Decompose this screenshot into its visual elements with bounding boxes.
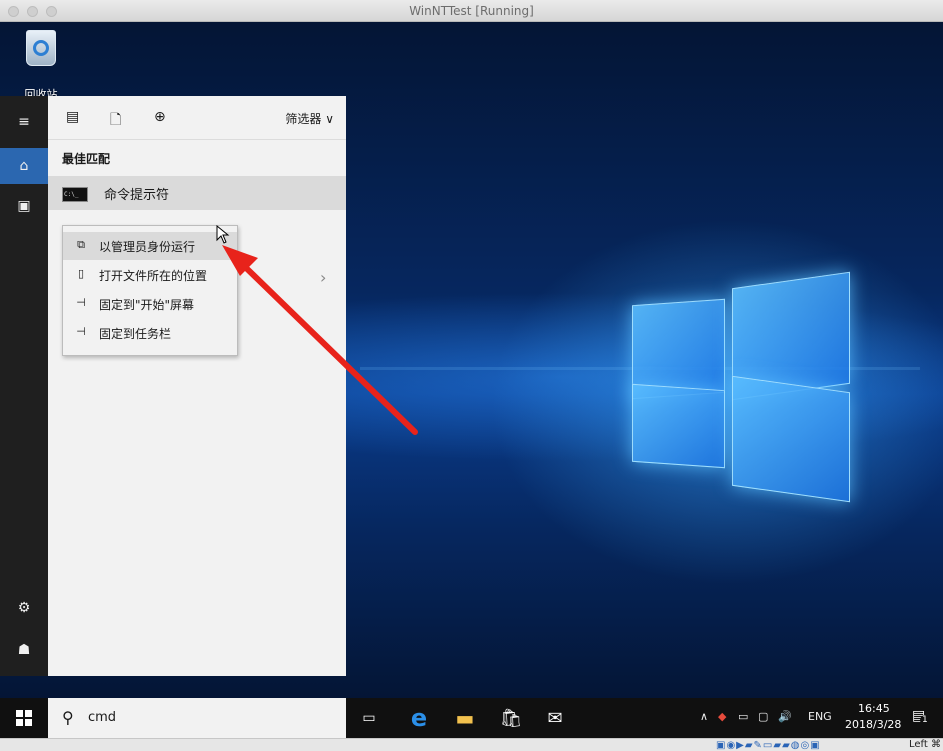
mail-icon: ✉ [547,707,563,729]
taskbar: ⚲ cmd ▭ e ▬ 🛍 ✉ ∧ ◆ ▭ ▢ 🔊 ENG 16:45 2018… [0,698,943,738]
battery-icon[interactable]: ▭ [738,710,748,723]
taskbar-search-box[interactable]: ⚲ cmd [48,698,346,738]
search-icon: ⚲ [62,708,74,727]
vbox-status-bar: ▣◉▶▰✎▭▰▰◍◎▣ Left ⌘ [0,738,943,751]
home-button[interactable]: ⌂ [0,148,48,184]
mouse-cursor-icon [216,225,230,244]
hamburger-icon: ≡ [18,114,30,130]
recycle-bin-shortcut[interactable]: 回收站 [16,30,66,102]
search-input[interactable]: cmd [88,710,116,725]
menu-item-pin-to-taskbar[interactable]: ⊣ 固定到任务栏 [63,319,237,347]
clock-date[interactable]: 2018/3/28 [845,718,901,731]
windows-logo-icon [16,710,32,726]
menu-item-label: 固定到任务栏 [99,327,172,341]
vbox-device-icons[interactable]: ▣◉▶▰✎▭▰▰◍◎▣ [716,740,821,751]
task-view-icon: ▭ [362,710,376,726]
result-label: 命令提示符 [104,188,170,203]
pin-icon: ⊣ [76,325,86,338]
notification-count: 1 [920,715,930,725]
start-sidebar: ≡ ⌂ ▣ ⚙ ☗ [0,96,48,676]
file-explorer-button[interactable]: ▬ [442,698,488,738]
volume-icon[interactable]: 🔊 [778,710,792,723]
show-hidden-icons-button[interactable]: ∧ [700,710,708,723]
logo-pane-bl [632,383,725,469]
command-prompt-result[interactable]: C:\_ 命令提示符 [48,176,346,210]
menu-item-open-file-location[interactable]: ▯ 打开文件所在的位置 [63,261,237,289]
settings-button[interactable]: ⚙ [0,590,48,626]
user-icon: ☗ [17,642,31,658]
task-view-button[interactable]: ▭ [346,698,392,738]
menu-item-run-as-admin[interactable]: ⧉ 以管理员身份运行 [63,232,237,260]
edge-icon: e [410,704,428,732]
document-icon: ▣ [17,198,31,214]
action-center-button[interactable]: ▤ 1 [912,708,930,726]
hamburger-button[interactable]: ≡ [0,104,48,140]
mail-button[interactable]: ✉ [532,698,578,738]
search-results-panel: ▤ 🗋 ⊕ 筛选器 ∨ 最佳匹配 C:\_ 命令提示符 › [48,96,346,676]
home-icon: ⌂ [19,158,29,174]
folder-location-icon: ▯ [77,267,85,280]
network-icon[interactable]: ▢ [758,710,768,723]
logo-pane-br [732,375,850,503]
vm-window: WinNTTest [Running] 回收站 ≡ ⌂ ▣ ⚙ ☗ ▤ 🗋 ⊕ … [0,0,943,751]
command-prompt-icon: C:\_ [62,187,88,202]
menu-item-label: 以管理员身份运行 [99,240,196,254]
gear-icon: ⚙ [17,600,31,616]
menu-item-label: 固定到"开始"屏幕 [99,298,195,312]
filters-dropdown[interactable]: 筛选器 ∨ [285,110,334,127]
menu-item-label: 打开文件所在的位置 [99,269,208,283]
store-button[interactable]: 🛍 [488,698,534,738]
web-filter-button[interactable]: ⊕ [154,109,166,125]
host-key-label: Left ⌘ [909,739,941,750]
best-match-heading: 最佳匹配 [62,152,111,166]
menu-item-pin-to-start[interactable]: ⊣ 固定到"开始"屏幕 [63,290,237,318]
user-button[interactable]: ☗ [0,632,48,668]
shield-run-icon: ⧉ [77,238,85,251]
window-title: WinNTTest [Running] [409,4,534,18]
documents-button[interactable]: ▣ [0,188,48,224]
filter-bar: ▤ 🗋 ⊕ 筛选器 ∨ [48,96,346,140]
context-menu: ⧉ 以管理员身份运行 ▯ 打开文件所在的位置 ⊣ 固定到"开始"屏幕 ⊣ 固定到… [62,225,238,356]
chevron-right-icon[interactable]: › [320,268,326,287]
edge-button[interactable]: e [396,698,442,738]
clock-time[interactable]: 16:45 [858,702,890,715]
security-warning-icon[interactable]: ◆ [718,710,726,723]
documents-filter-button[interactable]: 🗋 [110,109,121,133]
language-indicator[interactable]: ENG [808,710,832,723]
start-button[interactable] [0,698,48,738]
title-bar[interactable]: WinNTTest [Running] [0,0,943,22]
recycle-bin-icon [26,30,56,66]
store-icon: 🛍 [499,707,523,729]
file-explorer-icon: ▬ [455,706,475,730]
apps-filter-button[interactable]: ▤ [66,109,79,125]
pin-icon: ⊣ [76,296,86,309]
